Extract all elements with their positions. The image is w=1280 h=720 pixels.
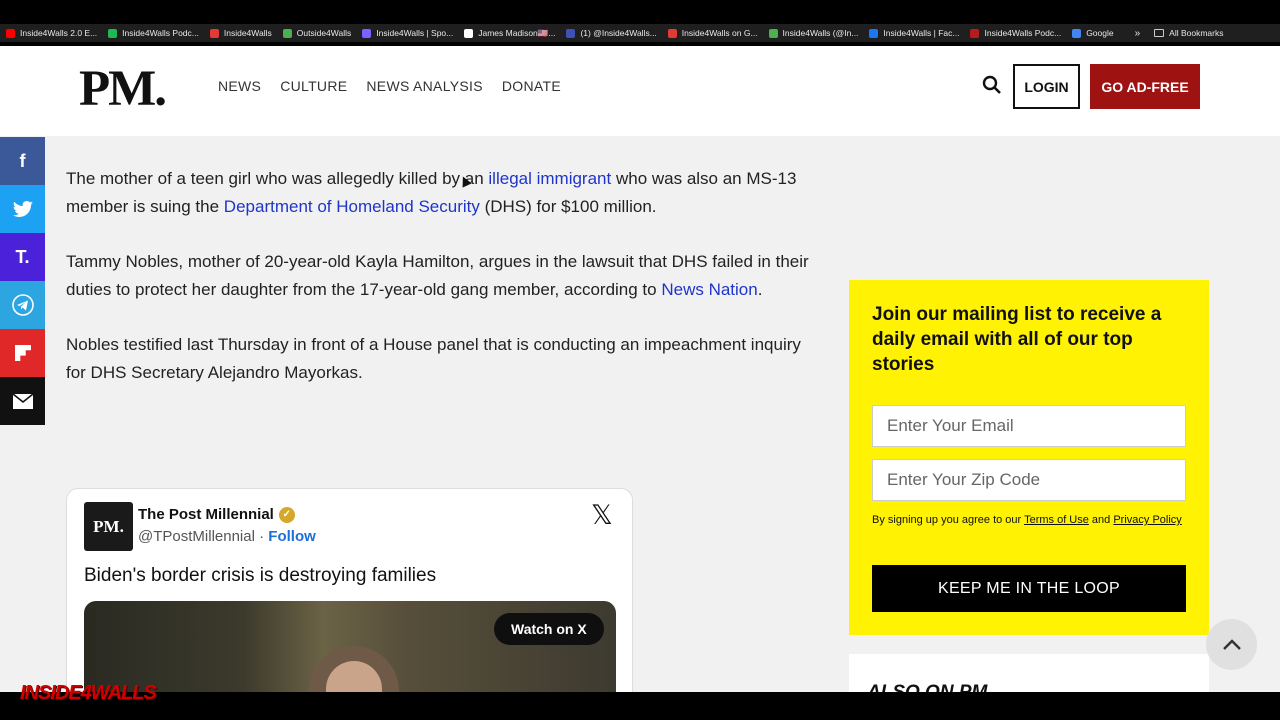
tweet-author-name[interactable]: The Post Millennial ✓ — [138, 506, 295, 523]
go-ad-free-button[interactable]: GO AD-FREE — [1090, 64, 1200, 109]
embedded-tweet[interactable]: PM. The Post Millennial ✓ @TPostMillennia… — [66, 488, 633, 692]
privacy-policy-link[interactable]: Privacy Policy — [1113, 514, 1181, 526]
bookmark-label: Inside4Walls Podc... — [122, 28, 199, 38]
login-button[interactable]: LOGIN — [1013, 64, 1080, 109]
tweet-text: Biden's border crisis is destroying fami… — [84, 565, 437, 586]
nav-culture[interactable]: CULTURE — [280, 78, 347, 94]
article-body: The mother of a teen girl who was allege… — [66, 165, 816, 414]
verified-badge-icon: ✓ — [278, 506, 295, 523]
follow-link[interactable]: Follow — [268, 528, 316, 545]
bookmark-item[interactable]: (1) @Inside4Walls... — [566, 28, 657, 38]
bookmark-item[interactable]: Inside4Walls Podc... — [108, 28, 199, 38]
also-on-pm: ALSO ON PM. — [849, 654, 1209, 692]
signup-terms: By signing up you agree to our Terms of … — [872, 514, 1182, 526]
bookmark-favicon-icon — [464, 28, 474, 38]
chevron-up-icon — [1222, 638, 1241, 650]
bookmark-label: Inside4Walls (@In... — [782, 28, 859, 38]
bookmark-label: Inside4Walls — [223, 28, 272, 38]
article-paragraph: Nobles testified last Thursday in front … — [66, 335, 801, 382]
keep-me-in-the-loop-button[interactable]: KEEP ME IN THE LOOP — [872, 565, 1186, 612]
tweet-video[interactable]: Watch on X — [84, 601, 616, 692]
bookmark-item[interactable]: Inside4Walls | Fac... — [869, 28, 959, 38]
email-field[interactable]: Enter Your Email — [872, 405, 1186, 447]
bookmark-label: Inside4Walls 2.0 E... — [20, 28, 98, 38]
folder-icon — [1154, 29, 1165, 37]
bookmark-favicon-icon — [6, 28, 15, 38]
bookmark-favicon-icon — [209, 28, 219, 38]
bookmark-favicon-icon — [362, 28, 372, 38]
bookmark-label: Outside4Walls — [296, 28, 352, 38]
bookmark-item[interactable]: Inside4Walls (@In... — [768, 28, 859, 38]
nav-news[interactable]: NEWS — [218, 78, 261, 94]
search-icon[interactable] — [982, 75, 1002, 95]
main-nav: NEWS CULTURE NEWS ANALYSIS DONATE — [218, 78, 561, 94]
all-bookmarks-button[interactable]: All Bookmarks — [1154, 28, 1224, 38]
telegram-icon[interactable] — [0, 281, 45, 329]
bookmark-item[interactable]: Inside4Walls Podc... — [970, 28, 1061, 38]
bookmark-item[interactable]: Inside4Walls | Spo... — [362, 28, 453, 38]
bookmark-favicon-icon — [869, 28, 879, 38]
zip-code-field[interactable]: Enter Your Zip Code — [872, 459, 1186, 501]
watch-on-x-button[interactable]: Watch on X — [494, 613, 604, 645]
nav-donate[interactable]: DONATE — [502, 78, 561, 94]
bookmark-label: Google — [1086, 28, 1114, 38]
bookmark-favicon-icon — [566, 28, 576, 38]
bookmarks-bar: Inside4Walls 2.0 E... Inside4Walls Podc..… — [0, 24, 1280, 42]
bookmark-favicon-icon — [970, 28, 980, 38]
bookmark-item[interactable]: James Madison🇺🇸... — [464, 28, 555, 39]
also-on-pm-title: ALSO ON PM. — [867, 682, 993, 692]
terms-of-use-link[interactable]: Terms of Use — [1024, 514, 1089, 526]
article-paragraph: The mother of a teen girl who was allege… — [66, 169, 797, 216]
bookmark-label: Inside4Walls on G... — [681, 28, 758, 38]
scroll-to-top-button[interactable] — [1206, 619, 1257, 670]
news-nation-link[interactable]: News Nation — [661, 280, 757, 299]
x-logo-icon[interactable]: 𝕏 — [591, 500, 613, 531]
bookmark-item[interactable]: Inside4Walls 2.0 E... — [6, 28, 97, 38]
share-rail: f T. — [0, 137, 45, 425]
more-bookmarks-chevron-icon[interactable]: » — [1135, 28, 1141, 39]
site-header: PM. NEWS CULTURE NEWS ANALYSIS DONATE LO… — [0, 46, 1280, 136]
twitter-icon[interactable] — [0, 185, 45, 233]
newsletter-signup: Join our mailing list to receive a daily… — [849, 280, 1209, 635]
bookmark-favicon-icon — [1072, 28, 1082, 38]
bookmark-label: (1) @Inside4Walls... — [580, 28, 657, 38]
facebook-icon[interactable]: f — [0, 137, 45, 185]
bookmark-favicon-icon — [282, 28, 292, 38]
bookmark-item[interactable]: Outside4Walls — [282, 28, 352, 38]
bookmark-favicon-icon — [768, 28, 778, 38]
bookmark-label: Inside4Walls | Spo... — [376, 28, 454, 38]
webpage: PM. NEWS CULTURE NEWS ANALYSIS DONATE LO… — [0, 46, 1280, 692]
bookmark-label: Inside4Walls Podc... — [984, 28, 1062, 38]
channel-watermark: INSIDE4WALLS — [20, 682, 157, 704]
all-bookmarks-label: All Bookmarks — [1169, 28, 1224, 38]
email-icon[interactable] — [0, 377, 45, 425]
signup-title: Join our mailing list to receive a daily… — [872, 304, 1162, 375]
flipboard-icon[interactable] — [0, 329, 45, 377]
bookmark-label: James Madison🇺🇸... — [478, 27, 556, 38]
bookmark-item[interactable]: Inside4Walls — [209, 28, 272, 38]
avatar[interactable]: PM. — [84, 502, 133, 551]
dhs-link[interactable]: Department of Homeland Security — [224, 197, 480, 216]
bookmark-item[interactable]: Inside4Walls on G... — [667, 28, 758, 38]
nav-news-analysis[interactable]: NEWS ANALYSIS — [366, 78, 482, 94]
bookmark-label: Inside4Walls | Fac... — [883, 28, 960, 38]
truth-social-icon[interactable]: T. — [0, 233, 45, 281]
illegal-immigrant-link[interactable]: illegal immigrant — [488, 169, 611, 188]
article-paragraph: Tammy Nobles, mother of 20-year-old Kayl… — [66, 252, 809, 299]
bookmark-item[interactable]: Google — [1072, 28, 1114, 38]
bookmark-favicon-icon — [108, 28, 118, 38]
bookmark-favicon-icon — [667, 28, 677, 38]
tweet-handle: @TPostMillennial · Follow — [138, 528, 316, 545]
site-logo[interactable]: PM. — [79, 60, 167, 118]
